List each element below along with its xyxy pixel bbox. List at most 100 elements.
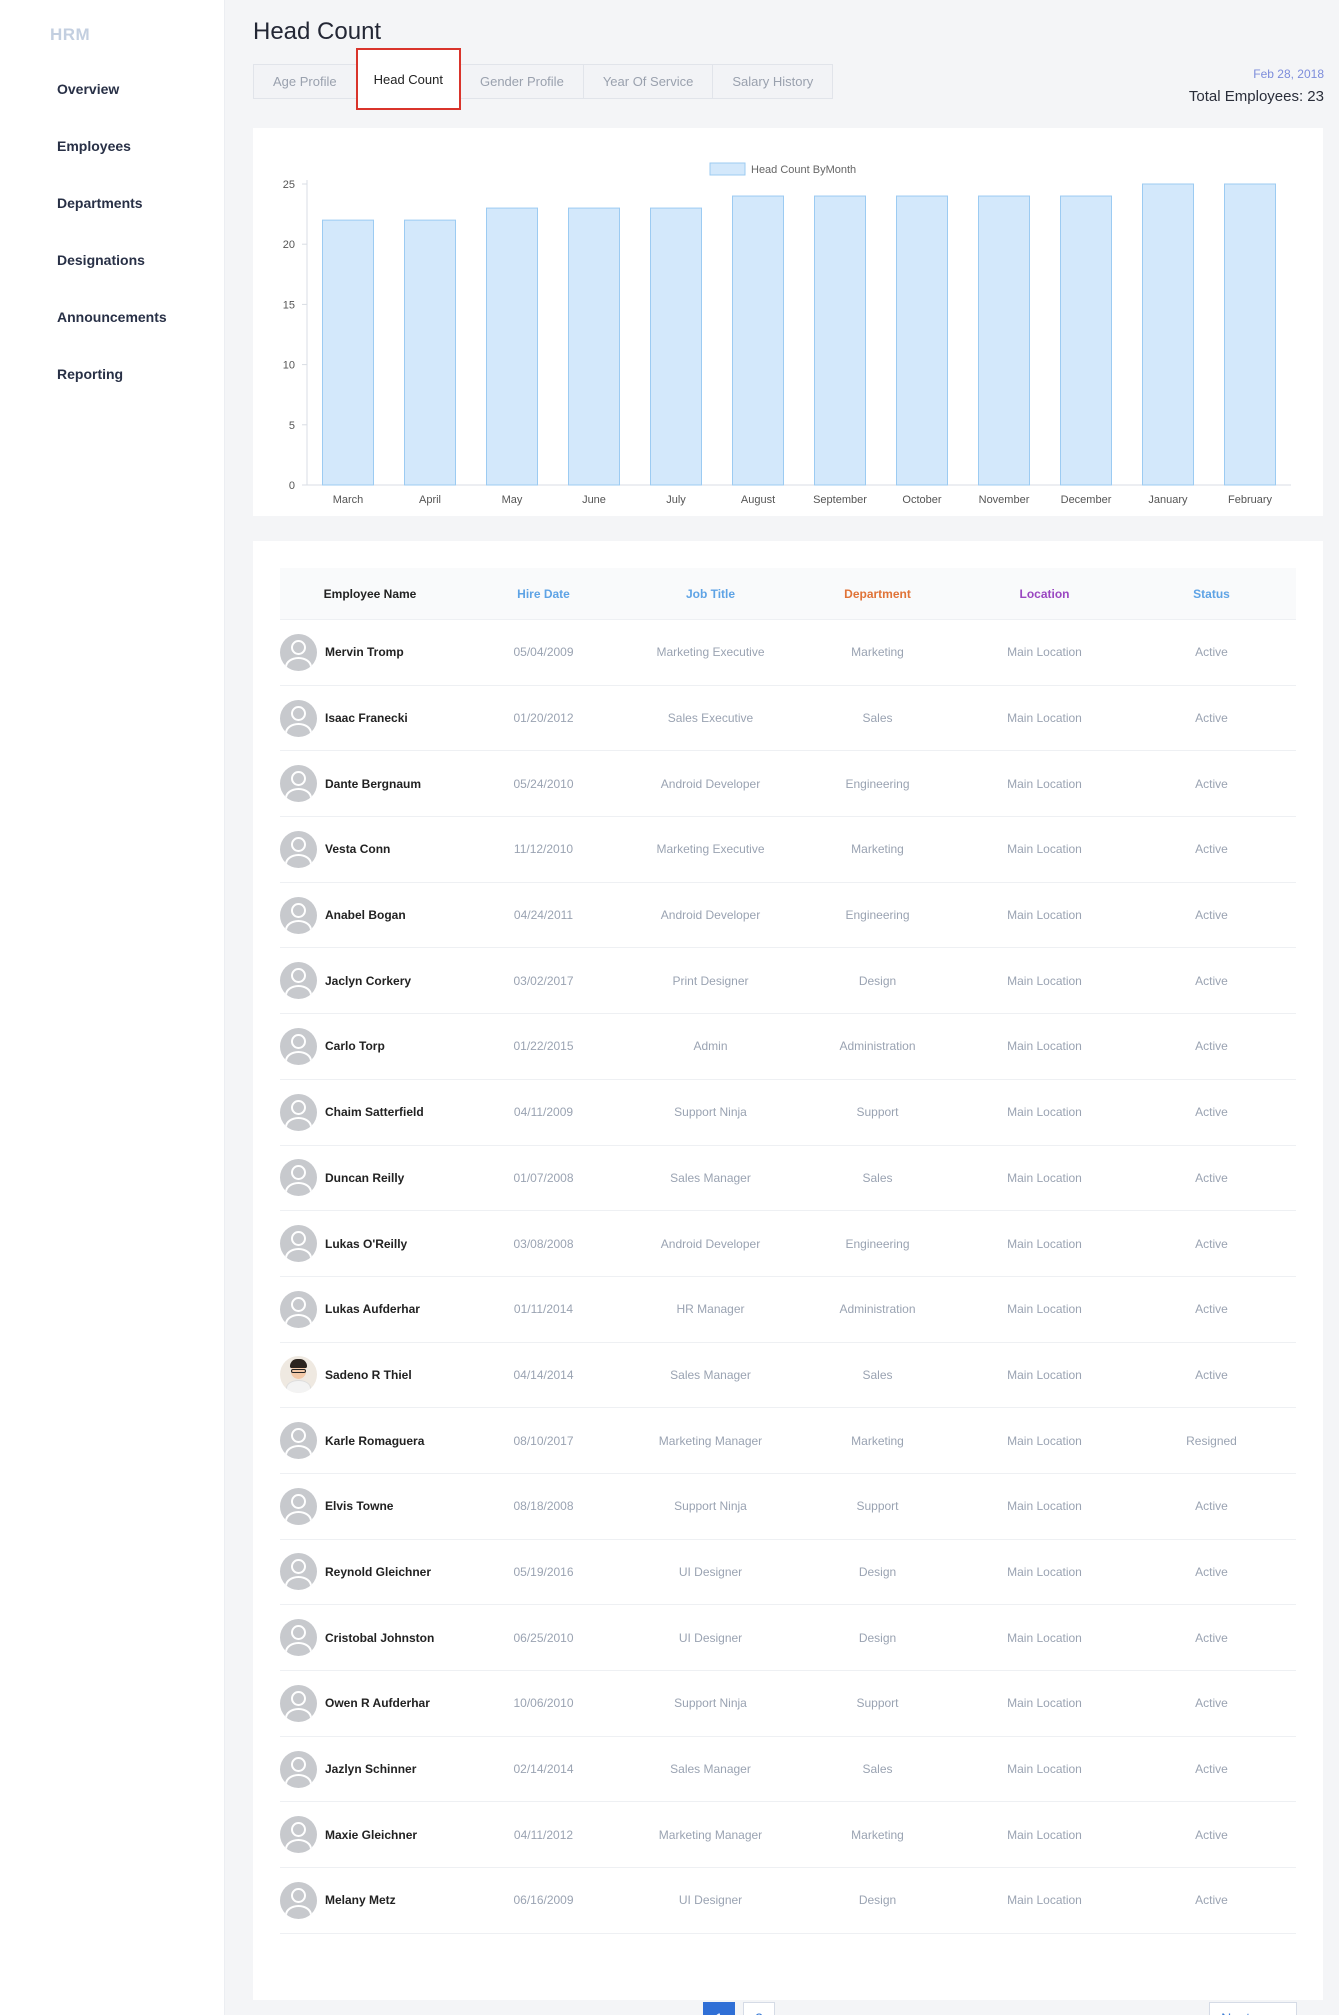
table-row[interactable]: Lukas O'Reilly 03/08/2008 Android Develope…	[280, 1211, 1296, 1277]
table-row[interactable]: Mervin Tromp 05/04/2009 Marketing Executiv…	[280, 620, 1296, 686]
table-row[interactable]: Maxie Gleichner 04/11/2012 Marketing Manag…	[280, 1802, 1296, 1869]
pagination: 1 2	[703, 2002, 783, 2015]
y-tick-label: 25	[283, 179, 295, 191]
header-location[interactable]: Location	[961, 587, 1128, 601]
employee-name[interactable]: Vesta Conn	[325, 842, 390, 856]
table-row[interactable]: Anabel Bogan 04/24/2011 Android Developer E…	[280, 883, 1296, 949]
table-row[interactable]: Cristobal Johnston 06/25/2010 UI Designer D…	[280, 1605, 1296, 1671]
employee-name[interactable]: Jazlyn Schinner	[325, 1762, 416, 1776]
sidebar-item-overview[interactable]: Overview	[57, 76, 167, 133]
employee-name[interactable]: Jaclyn Corkery	[325, 974, 411, 988]
employee-name[interactable]: Reynold Gleichner	[325, 1565, 431, 1579]
legend-swatch[interactable]	[709, 162, 746, 176]
employee-name[interactable]: Carlo Torp	[325, 1039, 385, 1053]
department-cell: Marketing	[851, 842, 904, 857]
employee-name[interactable]: Elvis Towne	[325, 1499, 393, 1513]
x-tick-label: January	[1148, 494, 1188, 506]
tab-age-profile[interactable]: Age Profile	[253, 64, 357, 99]
tab-salary-history[interactable]: Salary History	[712, 64, 834, 99]
sidebar-item-reporting[interactable]: Reporting	[57, 361, 167, 418]
hire-date-cell: 06/16/2009	[513, 1893, 574, 1908]
status-cell: Active	[1195, 1827, 1228, 1842]
employee-name[interactable]: Anabel Bogan	[325, 908, 406, 922]
bar-april[interactable]	[404, 219, 456, 486]
location-cell: Main Location	[1007, 711, 1082, 726]
header-job-title[interactable]: Job Title	[627, 587, 794, 601]
table-row[interactable]: Elvis Towne 08/18/2008 Support Ninja Suppor…	[280, 1474, 1296, 1540]
bar-september[interactable]	[814, 195, 866, 486]
hire-date-cell: 04/11/2012	[513, 1827, 574, 1842]
next-page-button[interactable]: Next page	[1209, 2002, 1297, 2015]
employee-name[interactable]: Chaim Satterfield	[325, 1105, 424, 1119]
avatar-placeholder-icon	[280, 962, 317, 1000]
table-row[interactable]: Dante Bergnaum 05/24/2010 Android Develope…	[280, 751, 1296, 818]
employee-name-cell: Duncan Reilly	[280, 1159, 460, 1197]
employee-name-cell: Vesta Conn	[280, 830, 460, 868]
table-row[interactable]: Chaim Satterfield 04/11/2009 Support Ninja…	[280, 1080, 1296, 1146]
employee-name[interactable]: Cristobal Johnston	[325, 1631, 434, 1645]
tab-year-of-service[interactable]: Year Of Service	[582, 64, 714, 99]
employee-name[interactable]: Dante Bergnaum	[325, 777, 421, 791]
table-row[interactable]: Carlo Torp 01/22/2015 Admin Administration M…	[280, 1014, 1296, 1080]
employee-name[interactable]: Sadeno R Thiel	[325, 1368, 412, 1382]
avatar-placeholder-icon	[280, 1487, 317, 1525]
job-title-cell: HR Manager	[676, 1302, 745, 1317]
employee-name-cell: Carlo Torp	[280, 1027, 460, 1065]
table-row[interactable]: Owen R Aufderhar 10/06/2010 Support Ninja S…	[280, 1671, 1296, 1737]
tab-gender-profile[interactable]: Gender Profile	[459, 64, 584, 99]
employee-name[interactable]: Melany Metz	[325, 1893, 396, 1907]
status-cell: Active	[1195, 1105, 1228, 1120]
table-row[interactable]: Reynold Gleichner 05/19/2016 UI Designer De…	[280, 1540, 1296, 1606]
table-row[interactable]: Duncan Reilly 01/07/2008 Sales Manager Sale…	[280, 1146, 1296, 1212]
avatar-placeholder-icon	[280, 1553, 317, 1591]
bar-july[interactable]	[650, 207, 702, 486]
y-tick-label: 20	[283, 239, 295, 251]
page-1-button[interactable]: 1	[703, 2002, 735, 2015]
bar-march[interactable]	[322, 219, 374, 486]
sidebar-item-departments[interactable]: Departments	[57, 190, 167, 247]
table-row[interactable]: Isaac Franecki 01/20/2012 Sales Executive S…	[280, 686, 1296, 752]
sidebar-item-designations[interactable]: Designations	[57, 247, 167, 304]
employee-name[interactable]: Duncan Reilly	[325, 1171, 404, 1185]
bar-november[interactable]	[978, 195, 1030, 486]
bar-june[interactable]	[568, 207, 620, 486]
header-hire-date[interactable]: Hire Date	[460, 587, 627, 601]
table-row[interactable]: Vesta Conn 11/12/2010 Marketing Executive M…	[280, 817, 1296, 883]
bar-february[interactable]	[1224, 183, 1276, 486]
employee-name-cell: Dante Bergnaum	[280, 765, 460, 803]
table-row[interactable]: Jaclyn Corkery 03/02/2017 Print Designer De…	[280, 948, 1296, 1015]
employee-name[interactable]: Karle Romaguera	[325, 1434, 424, 1448]
table-row[interactable]: Melany Metz 06/16/2009 UI Designer Design Ma…	[280, 1868, 1296, 1934]
avatar-placeholder-icon	[280, 1881, 317, 1919]
employee-name[interactable]: Owen R Aufderhar	[325, 1696, 430, 1710]
y-tick-label: 10	[283, 360, 295, 372]
hire-date-cell: 11/12/2010	[513, 842, 574, 857]
header-department[interactable]: Department	[794, 587, 961, 601]
table-row[interactable]: Jazlyn Schinner 02/14/2014 Sales Manager Sa…	[280, 1737, 1296, 1803]
status-cell: Active	[1195, 973, 1228, 988]
department-cell: Engineering	[845, 776, 910, 791]
bar-may[interactable]	[486, 207, 538, 486]
bar-august[interactable]	[732, 195, 784, 486]
sidebar-item-employees[interactable]: Employees	[57, 133, 167, 190]
bar-october[interactable]	[896, 195, 948, 486]
table-row[interactable]: Sadeno R Thiel 04/14/2014 Sales Manager Sal…	[280, 1343, 1296, 1409]
status-cell: Active	[1195, 1630, 1228, 1645]
avatar-placeholder-icon	[280, 633, 317, 671]
employee-name[interactable]: Mervin Tromp	[325, 645, 404, 659]
employee-name[interactable]: Maxie Gleichner	[325, 1828, 417, 1842]
location-cell: Main Location	[1007, 1762, 1082, 1777]
employee-name[interactable]: Lukas O'Reilly	[325, 1237, 407, 1251]
bar-january[interactable]	[1142, 183, 1194, 486]
location-cell: Main Location	[1007, 842, 1082, 857]
sidebar-item-announcements[interactable]: Announcements	[57, 304, 167, 361]
tab-head-count[interactable]: Head Count	[355, 48, 461, 110]
header-status[interactable]: Status	[1128, 587, 1295, 601]
employee-name[interactable]: Isaac Franecki	[325, 711, 408, 725]
page-2-button[interactable]: 2	[743, 2002, 775, 2015]
employee-name[interactable]: Lukas Aufderhar	[325, 1302, 420, 1316]
header-employee-name[interactable]: Employee Name	[280, 587, 460, 601]
bar-december[interactable]	[1060, 195, 1112, 486]
table-row[interactable]: Karle Romaguera 08/10/2017 Marketing Manag…	[280, 1408, 1296, 1474]
table-row[interactable]: Lukas Aufderhar 01/11/2014 HR Manager Admin…	[280, 1277, 1296, 1343]
